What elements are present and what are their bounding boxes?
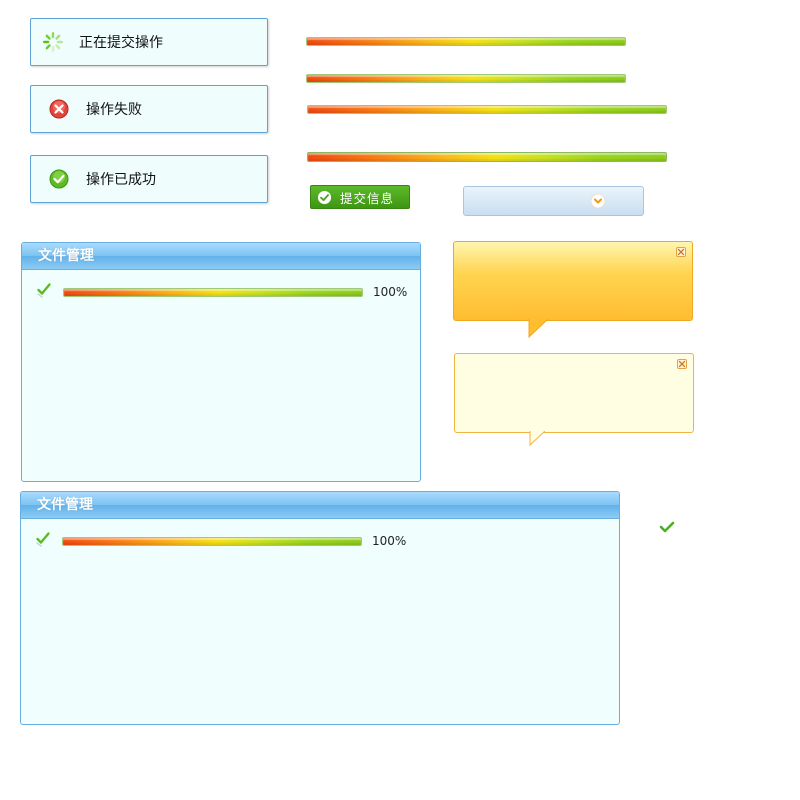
tooltip-tail bbox=[529, 431, 546, 446]
tooltip-yellow bbox=[454, 353, 694, 433]
submit-button-label: 提交信息 bbox=[340, 190, 395, 206]
check-icon bbox=[37, 283, 51, 298]
tooltip-tail bbox=[528, 319, 549, 338]
check-circle-icon bbox=[317, 190, 332, 204]
progress-percent: 100% bbox=[373, 285, 408, 299]
chevron-down-icon bbox=[590, 193, 606, 209]
tooltip-close-button[interactable] bbox=[677, 359, 687, 369]
loading-spinner-icon bbox=[42, 31, 64, 53]
status-success-box: 操作已成功 bbox=[30, 155, 268, 203]
success-check-icon bbox=[49, 169, 69, 189]
close-icon bbox=[677, 248, 685, 256]
file-progress-bar bbox=[63, 288, 363, 297]
panel-title: 文件管理 bbox=[21, 492, 619, 519]
status-loading-box: 正在提交操作 bbox=[30, 18, 268, 66]
panel-title: 文件管理 bbox=[22, 243, 420, 270]
tooltip-orange bbox=[453, 241, 693, 321]
status-error-text: 操作失败 bbox=[86, 102, 142, 118]
status-loading-text: 正在提交操作 bbox=[79, 35, 163, 51]
file-manager-panel: 文件管理 100% bbox=[20, 491, 620, 725]
status-error-box: 操作失败 bbox=[30, 85, 268, 133]
tooltip-close-button[interactable] bbox=[676, 247, 686, 257]
error-x-icon bbox=[49, 99, 69, 119]
check-icon bbox=[659, 521, 675, 533]
progress-percent: 100% bbox=[372, 534, 407, 548]
dropdown-select[interactable] bbox=[463, 186, 644, 216]
progress-bar bbox=[306, 37, 626, 46]
file-progress-row: 100% bbox=[21, 519, 619, 549]
file-progress-row: 100% bbox=[22, 270, 420, 300]
check-icon bbox=[36, 532, 50, 547]
progress-bar bbox=[307, 105, 667, 114]
progress-bar bbox=[306, 74, 626, 83]
status-success-text: 操作已成功 bbox=[86, 172, 156, 188]
file-manager-panel: 文件管理 100% bbox=[21, 242, 421, 482]
progress-bar bbox=[307, 152, 667, 162]
file-progress-bar bbox=[62, 537, 362, 546]
submit-button[interactable]: 提交信息 bbox=[310, 185, 410, 209]
close-icon bbox=[678, 360, 686, 368]
